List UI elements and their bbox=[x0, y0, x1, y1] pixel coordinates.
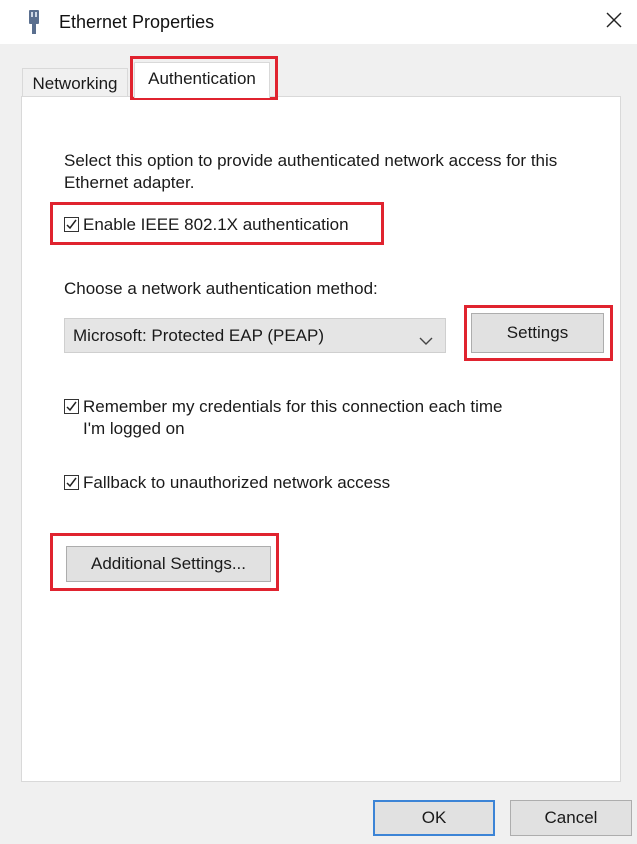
tab-networking[interactable]: Networking bbox=[22, 68, 128, 97]
network-adapter-icon bbox=[27, 10, 41, 34]
remember-credentials-checkbox[interactable]: Remember my credentials for this connect… bbox=[64, 396, 524, 440]
chevron-down-icon bbox=[419, 331, 433, 351]
auth-method-select[interactable]: Microsoft: Protected EAP (PEAP) bbox=[64, 318, 446, 353]
tab-networking-label: Networking bbox=[32, 74, 118, 93]
fallback-checkbox[interactable]: Fallback to unauthorized network access bbox=[64, 472, 390, 494]
additional-settings-button[interactable]: Additional Settings... bbox=[66, 546, 271, 582]
checkbox-box bbox=[64, 475, 79, 490]
ok-button[interactable]: OK bbox=[373, 800, 495, 836]
title-bar: Ethernet Properties bbox=[0, 0, 637, 44]
window-title: Ethernet Properties bbox=[59, 12, 215, 32]
checkmark-icon bbox=[66, 219, 77, 230]
auth-method-label: Choose a network authentication method: bbox=[64, 279, 378, 298]
checkmark-icon bbox=[66, 401, 77, 412]
auth-description: Select this option to provide authentica… bbox=[64, 151, 558, 192]
cancel-button[interactable]: Cancel bbox=[510, 800, 632, 836]
checkmark-icon bbox=[66, 477, 77, 488]
close-button[interactable] bbox=[591, 0, 637, 44]
enable-8021x-label: Enable IEEE 802.1X authentication bbox=[83, 215, 349, 234]
tab-authentication[interactable]: Authentication bbox=[134, 62, 270, 98]
fallback-label: Fallback to unauthorized network access bbox=[83, 473, 391, 492]
remember-credentials-label: Remember my credentials for this connect… bbox=[83, 397, 503, 438]
close-icon bbox=[606, 12, 622, 33]
checkbox-box bbox=[64, 217, 79, 232]
tab-authentication-label: Authentication bbox=[148, 69, 256, 88]
checkbox-box bbox=[64, 399, 79, 414]
auth-method-value: Microsoft: Protected EAP (PEAP) bbox=[73, 326, 324, 345]
settings-button[interactable]: Settings bbox=[471, 313, 604, 353]
enable-8021x-checkbox[interactable]: Enable IEEE 802.1X authentication bbox=[64, 214, 349, 236]
ethernet-properties-dialog: Ethernet Properties Networking Authentic… bbox=[0, 0, 637, 844]
